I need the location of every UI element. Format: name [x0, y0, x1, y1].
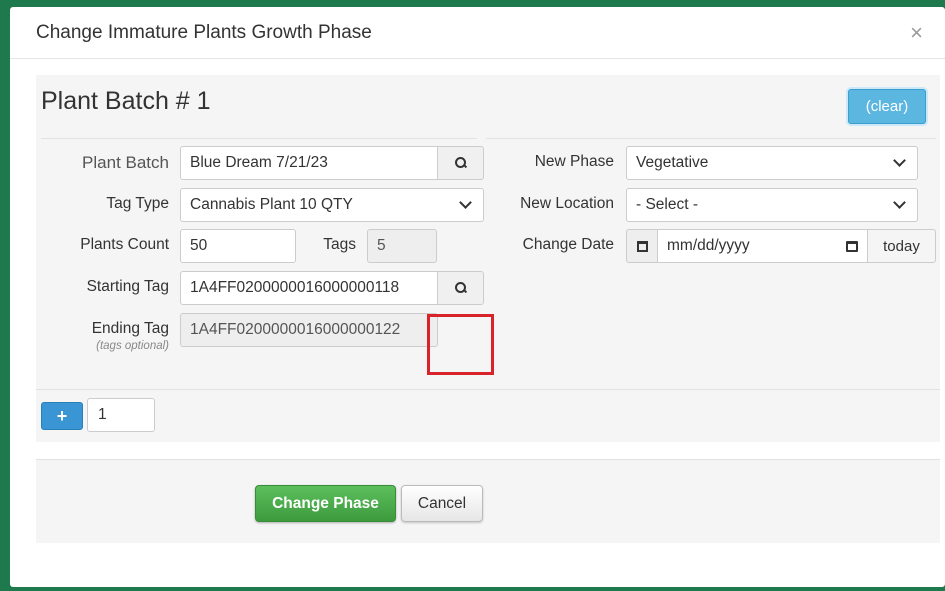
- new-location-value: - Select -: [636, 196, 699, 213]
- starting-tag-input[interactable]: 1A4FF0200000016000000118: [180, 271, 438, 305]
- highlight-box: [427, 314, 494, 375]
- plant-batch-search-button[interactable]: [437, 146, 484, 180]
- change-date-input[interactable]: mm/dd/yyyy: [657, 229, 868, 263]
- new-phase-value: Vegetative: [636, 154, 709, 171]
- calendar-icon: [636, 240, 648, 252]
- clear-button[interactable]: (clear): [848, 89, 926, 124]
- divider: [486, 138, 936, 139]
- batch-title: Plant Batch # 1: [41, 87, 211, 115]
- date-picker-icon[interactable]: [846, 240, 858, 252]
- close-icon[interactable]: ×: [910, 21, 923, 44]
- new-location-label: New Location: [520, 195, 614, 212]
- search-icon: [454, 157, 467, 169]
- add-batch-row: + 1: [36, 389, 940, 441]
- change-phase-button[interactable]: Change Phase: [255, 485, 396, 522]
- plant-batch-input[interactable]: Blue Dream 7/21/23: [180, 146, 438, 180]
- chevron-down-icon: [893, 154, 906, 167]
- modal-header: Change Immature Plants Growth Phase ×: [10, 7, 945, 59]
- modal-title: Change Immature Plants Growth Phase: [36, 21, 372, 43]
- starting-tag-label: Starting Tag: [86, 278, 169, 295]
- plant-batch-panel: Plant Batch # 1 (clear) Plant Batch Blue…: [36, 75, 940, 442]
- modal-body: Plant Batch # 1 (clear) Plant Batch Blue…: [10, 59, 945, 586]
- calendar-addon: [626, 229, 658, 263]
- plants-count-label: Plants Count: [80, 236, 169, 253]
- ending-tag-label: Ending Tag: [91, 320, 169, 337]
- cancel-button[interactable]: Cancel: [401, 485, 483, 522]
- tag-type-select[interactable]: Cannabis Plant 10 QTY: [180, 188, 484, 222]
- change-date-label: Change Date: [522, 236, 614, 253]
- add-batch-button[interactable]: +: [41, 402, 83, 430]
- tags-count-field: 5: [367, 229, 437, 263]
- today-button[interactable]: today: [867, 229, 936, 263]
- tags-label: Tags: [323, 236, 356, 253]
- change-phase-modal: Change Immature Plants Growth Phase × Pl…: [10, 7, 945, 587]
- chevron-down-icon: [893, 196, 906, 209]
- chevron-down-icon: [459, 196, 472, 209]
- search-icon: [454, 282, 467, 294]
- plants-count-input[interactable]: 50: [180, 229, 296, 263]
- new-location-select[interactable]: - Select -: [626, 188, 918, 222]
- ending-tag-field: 1A4FF0200000016000000122: [180, 313, 438, 347]
- tags-optional-note: (tags optional): [96, 340, 169, 352]
- starting-tag-search-button[interactable]: [437, 271, 484, 305]
- divider: [41, 138, 477, 139]
- new-phase-label: New Phase: [534, 153, 614, 170]
- date-placeholder: mm/dd/yyyy: [667, 237, 750, 254]
- modal-footer: Change Phase Cancel: [36, 459, 940, 543]
- batch-count-input[interactable]: 1: [87, 398, 155, 432]
- tag-type-value: Cannabis Plant 10 QTY: [190, 196, 353, 213]
- tag-type-label: Tag Type: [106, 195, 169, 212]
- new-phase-select[interactable]: Vegetative: [626, 146, 918, 180]
- plant-batch-label: Plant Batch: [82, 153, 169, 172]
